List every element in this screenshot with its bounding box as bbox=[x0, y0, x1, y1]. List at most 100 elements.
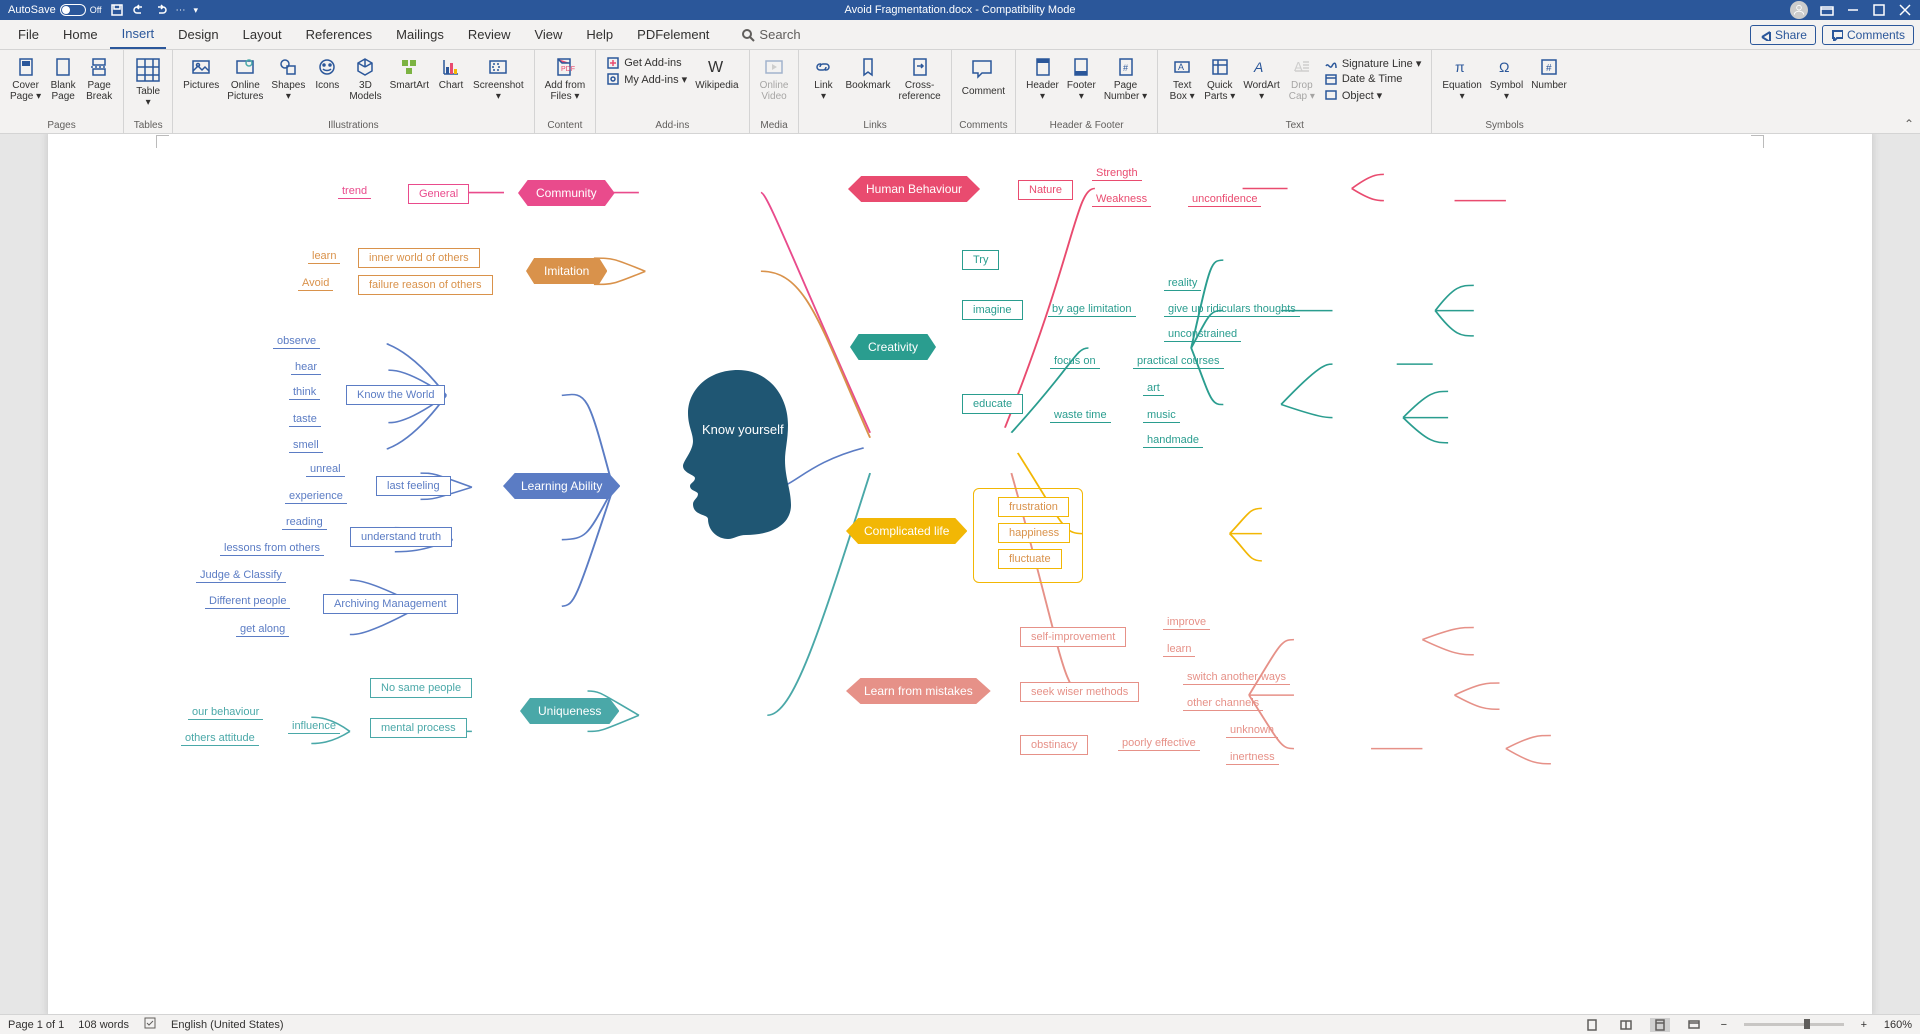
mindmap-center: Know yourself bbox=[668, 360, 808, 540]
get-addins-button[interactable]: Get Add-ins bbox=[606, 56, 687, 70]
minimize-icon[interactable] bbox=[1846, 3, 1860, 17]
leaf-giveup: give up ridiculars thoughts bbox=[1164, 302, 1300, 317]
node-understand: understand truth bbox=[350, 527, 452, 547]
user-avatar[interactable] bbox=[1790, 1, 1808, 19]
page[interactable]: Know yourself Community General trend Im… bbox=[48, 134, 1872, 1014]
screenshot-button[interactable]: Screenshot ▾ bbox=[469, 54, 528, 104]
blank-page-button[interactable]: Blank Page bbox=[45, 54, 81, 104]
comments-label: Comments bbox=[1847, 28, 1905, 42]
symbol-button[interactable]: ΩSymbol ▾ bbox=[1486, 54, 1527, 104]
table-button[interactable]: Table ▾ bbox=[130, 54, 166, 110]
header-button[interactable]: Header ▾ bbox=[1022, 54, 1063, 104]
cover-page-button[interactable]: Cover Page ▾ bbox=[6, 54, 45, 104]
smartart-button[interactable]: SmartArt bbox=[386, 54, 433, 93]
mindmap: Know yourself Community General trend Im… bbox=[48, 134, 1872, 1014]
node-human-behaviour: Human Behaviour bbox=[848, 176, 980, 202]
online-pictures-button[interactable]: Online Pictures bbox=[223, 54, 267, 104]
chart-button[interactable]: Chart bbox=[433, 54, 469, 93]
page-number-button[interactable]: #Page Number ▾ bbox=[1100, 54, 1151, 104]
ribbon-display-icon[interactable] bbox=[1820, 3, 1834, 17]
node-mistakes: Learn from mistakes bbox=[846, 678, 991, 704]
status-language[interactable]: English (United States) bbox=[171, 1019, 284, 1031]
zoom-slider[interactable] bbox=[1744, 1023, 1844, 1026]
close-icon[interactable] bbox=[1898, 3, 1912, 17]
save-icon[interactable] bbox=[110, 3, 124, 17]
leaf-handmade: handmade bbox=[1143, 433, 1203, 448]
search-label: Search bbox=[759, 27, 800, 42]
redo-icon[interactable] bbox=[154, 3, 168, 17]
node-imitation: Imitation bbox=[526, 258, 607, 284]
tab-view[interactable]: View bbox=[522, 20, 574, 49]
document-area: Know yourself Community General trend Im… bbox=[0, 134, 1920, 1014]
leaf-our-behaviour: our behaviour bbox=[188, 705, 263, 720]
ribbon-collapse-button[interactable]: ⌃ bbox=[1904, 117, 1914, 131]
svg-text:#: # bbox=[1546, 63, 1552, 74]
link-button[interactable]: Link ▾ bbox=[805, 54, 841, 104]
leaf-judge: Judge & Classify bbox=[196, 568, 286, 583]
status-words[interactable]: 108 words bbox=[78, 1019, 129, 1031]
leaf-music: music bbox=[1143, 408, 1180, 423]
shapes-button[interactable]: Shapes ▾ bbox=[267, 54, 309, 104]
status-page[interactable]: Page 1 of 1 bbox=[8, 1019, 64, 1031]
autosave-toggle[interactable]: AutoSave Off bbox=[8, 4, 102, 16]
tab-pdfelement[interactable]: PDFelement bbox=[625, 20, 721, 49]
signature-line-button[interactable]: Signature Line ▾ bbox=[1324, 56, 1422, 70]
tab-references[interactable]: References bbox=[294, 20, 384, 49]
share-button[interactable]: Share bbox=[1750, 25, 1816, 45]
leaf-trend: trend bbox=[338, 184, 371, 199]
svg-text:π: π bbox=[1455, 59, 1465, 75]
qa-dropdown[interactable]: ▾ bbox=[194, 5, 199, 16]
tab-design[interactable]: Design bbox=[166, 20, 230, 49]
tab-review[interactable]: Review bbox=[456, 20, 523, 49]
leaf-art: art bbox=[1143, 381, 1164, 396]
zoom-in-button[interactable]: + bbox=[1858, 1019, 1870, 1031]
date-time-button[interactable]: Date & Time bbox=[1324, 72, 1422, 86]
node-failure: failure reason of others bbox=[358, 275, 493, 295]
cross-reference-button[interactable]: Cross- reference bbox=[894, 54, 944, 104]
bookmark-button[interactable]: Bookmark bbox=[841, 54, 894, 93]
zoom-out-button[interactable]: − bbox=[1718, 1019, 1730, 1031]
equation-button[interactable]: πEquation ▾ bbox=[1438, 54, 1485, 104]
tab-file[interactable]: File bbox=[6, 20, 51, 49]
leaf-reading: reading bbox=[282, 515, 327, 530]
view-print-icon[interactable] bbox=[1650, 1018, 1670, 1032]
undo-icon[interactable] bbox=[132, 3, 146, 17]
qa-more[interactable]: ⋯ bbox=[176, 5, 186, 16]
page-break-button[interactable]: Page Break bbox=[81, 54, 117, 104]
svg-text:A: A bbox=[1253, 59, 1263, 75]
view-read-icon[interactable] bbox=[1616, 1018, 1636, 1032]
wikipedia-button[interactable]: WWikipedia bbox=[691, 54, 742, 93]
footer-button[interactable]: Footer ▾ bbox=[1063, 54, 1100, 104]
group-symbols: Symbols bbox=[1432, 120, 1576, 133]
add-from-files-button[interactable]: PDFAdd from Files ▾ bbox=[541, 54, 590, 104]
status-proofing-icon[interactable] bbox=[143, 1016, 157, 1033]
wordart-button[interactable]: AWordArt ▾ bbox=[1239, 54, 1284, 104]
tab-help[interactable]: Help bbox=[574, 20, 625, 49]
leaf-unreal: unreal bbox=[306, 462, 345, 477]
comment-button[interactable]: Comment bbox=[958, 54, 1009, 99]
my-addins-button[interactable]: My Add-ins ▾ bbox=[606, 72, 687, 86]
leaf-by-age: by age limitation bbox=[1048, 302, 1136, 317]
zoom-level[interactable]: 160% bbox=[1884, 1019, 1912, 1031]
pictures-button[interactable]: Pictures bbox=[179, 54, 223, 93]
object-button[interactable]: Object ▾ bbox=[1324, 88, 1422, 102]
tab-home[interactable]: Home bbox=[51, 20, 110, 49]
quick-parts-button[interactable]: Quick Parts ▾ bbox=[1200, 54, 1239, 104]
tab-layout[interactable]: Layout bbox=[231, 20, 294, 49]
maximize-icon[interactable] bbox=[1872, 3, 1886, 17]
tab-insert[interactable]: Insert bbox=[110, 20, 167, 49]
tab-mailings[interactable]: Mailings bbox=[384, 20, 456, 49]
3d-models-button[interactable]: 3D Models bbox=[345, 54, 385, 104]
comments-button[interactable]: Comments bbox=[1822, 25, 1914, 45]
search-box[interactable]: Search bbox=[741, 27, 800, 42]
view-web-icon[interactable] bbox=[1684, 1018, 1704, 1032]
leaf-observe: observe bbox=[273, 334, 320, 349]
view-focus-icon[interactable] bbox=[1582, 1018, 1602, 1032]
center-label: Know yourself bbox=[702, 422, 784, 437]
comment-icon bbox=[1831, 29, 1843, 41]
leaf-inertness: inertness bbox=[1226, 750, 1279, 765]
number-button[interactable]: #Number bbox=[1527, 54, 1571, 93]
leaf-focus-on: focus on bbox=[1050, 354, 1100, 369]
text-box-button[interactable]: AText Box ▾ bbox=[1164, 54, 1200, 104]
icons-button[interactable]: Icons bbox=[309, 54, 345, 93]
